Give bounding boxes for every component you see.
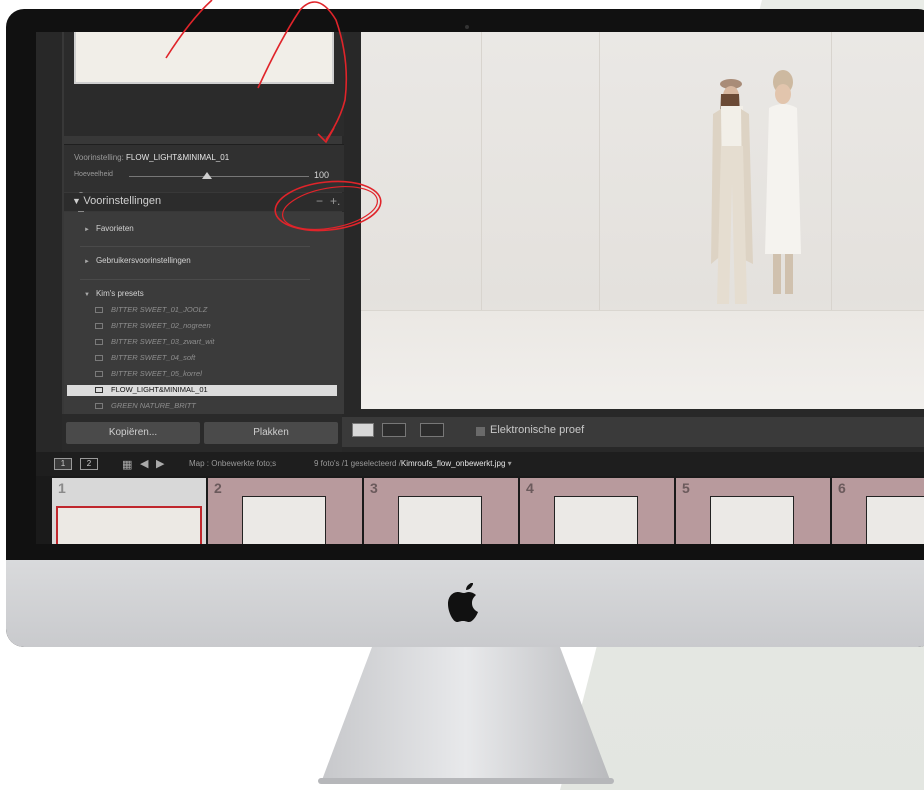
- preset-icon: [95, 371, 103, 378]
- selection-count: 9 foto's /1 geselecteerd /: [314, 459, 401, 468]
- preset-item-label: BITTER SWEET_03_zwart_wit: [111, 337, 215, 346]
- main-toolbar: Elektronische proef: [342, 417, 924, 447]
- thumb-number: 5: [682, 480, 690, 496]
- preset-name: FLOW_LIGHT&MINIMAL_01: [126, 153, 230, 162]
- preset-item[interactable]: BITTER SWEET_03_zwart_wit: [95, 337, 335, 348]
- arrow-right-icon[interactable]: ▶: [156, 457, 164, 470]
- presets-header[interactable]: Voorinstellingen − +.: [64, 193, 344, 211]
- film-thumb-cell[interactable]: 6: [832, 478, 924, 544]
- group-favorites[interactable]: ► Favorieten: [84, 224, 134, 233]
- amount-label: Hoeveelheid: [74, 171, 113, 178]
- before-after-lr-button[interactable]: [382, 423, 406, 437]
- wall-detail: [599, 32, 600, 312]
- divider: [80, 246, 310, 247]
- before-after-tb-button[interactable]: [420, 423, 444, 437]
- amount-value[interactable]: 100: [314, 170, 329, 180]
- preset-icon: [95, 355, 103, 362]
- thumb-number: 2: [214, 480, 222, 496]
- film-thumb-cell[interactable]: 3: [364, 478, 518, 544]
- copy-button[interactable]: Kopiëren...: [66, 422, 200, 444]
- amount-slider-track[interactable]: [129, 176, 309, 177]
- preset-item-label: BITTER SWEET_05_korrel: [111, 369, 202, 378]
- soft-proof-checkbox[interactable]: [476, 427, 485, 436]
- paste-button[interactable]: Plakken: [204, 422, 338, 444]
- loupe-view-button[interactable]: [352, 423, 374, 437]
- monitor-1-button[interactable]: 1: [54, 458, 72, 470]
- thumb-number: 6: [838, 480, 846, 496]
- monitor-2-button[interactable]: 2: [80, 458, 98, 470]
- preset-item[interactable]: BITTER SWEET_05_korrel: [95, 369, 335, 380]
- group-user-presets[interactable]: ► Gebruikersvoorinstellingen: [84, 256, 191, 265]
- filmstrip: 1 2 3 4 5 6: [36, 476, 924, 544]
- preset-item[interactable]: BITTER SWEET_02_nogreen: [95, 321, 335, 332]
- preset-item-selected[interactable]: FLOW_LIGHT&MINIMAL_01: [67, 385, 337, 396]
- current-filename: Kimroufs_flow_onbewerkt.jpg: [400, 459, 506, 468]
- thumb-image: [398, 496, 482, 544]
- preset-item[interactable]: BITTER SWEET_04_soft: [95, 353, 335, 364]
- expand-arrow-icon: ►: [84, 227, 90, 233]
- collapse-arrow-icon: ▼: [84, 292, 90, 298]
- chevron-down-icon: ▾: [507, 459, 512, 468]
- preset-item-label: BITTER SWEET_04_soft: [111, 353, 196, 362]
- thumb-image: [710, 496, 794, 544]
- preset-item-label: GREEN NATURE_BRITT: [111, 401, 196, 410]
- preset-icon: [95, 307, 103, 314]
- film-thumb-cell[interactable]: 2: [208, 478, 362, 544]
- preset-item-label: BITTER SWEET_01_JOOLZ: [111, 305, 208, 314]
- thumb-image: [866, 496, 924, 544]
- preset-item[interactable]: BITTER SWEET_01_JOOLZ: [95, 305, 335, 316]
- thumb-image: [56, 506, 202, 544]
- apple-logo-icon: [448, 583, 478, 622]
- wall-detail: [831, 32, 832, 312]
- preset-icon: [95, 403, 103, 410]
- group-kims-presets[interactable]: ▼ Kim's presets: [84, 289, 144, 298]
- preset-label: Voorinstelling:: [74, 153, 127, 162]
- current-preset-line: Voorinstelling: FLOW_LIGHT&MINIMAL_01: [74, 153, 229, 162]
- group-label: Kim's presets: [95, 289, 144, 298]
- thumb-image: [554, 496, 638, 544]
- main-photo[interactable]: [361, 32, 924, 409]
- grid-view-icon[interactable]: ▦: [122, 458, 132, 471]
- folder-path[interactable]: Map : Onbewerkte foto;s: [189, 459, 276, 468]
- thumb-number: 3: [370, 480, 378, 496]
- film-thumb-cell[interactable]: 5: [676, 478, 830, 544]
- film-thumb-cell-selected[interactable]: 1: [52, 478, 206, 544]
- selection-info[interactable]: 9 foto's /1 geselecteerd /Kimroufs_flow_…: [314, 459, 512, 468]
- thumb-number: 1: [58, 480, 66, 496]
- presets-title: Voorinstellingen: [72, 195, 161, 207]
- preset-icon: [95, 387, 103, 394]
- preset-icon: [95, 323, 103, 330]
- presets-list: ► Favorieten ► Gebruikersvoorinstellingen …: [64, 212, 344, 414]
- copy-paste-bar: Kopiëren... Plakken: [62, 414, 342, 452]
- soft-proof-label: Elektronische proef: [490, 424, 585, 436]
- lightroom-screen: ◀ Voorinstelling: FLOW_LIGHT&MINIMAL_01 …: [36, 32, 924, 544]
- group-label: Favorieten: [95, 224, 134, 233]
- add-preset-button[interactable]: +.: [330, 194, 340, 208]
- preset-item[interactable]: GREEN NATURE_BRITT: [95, 401, 335, 412]
- amount-slider-thumb[interactable]: [202, 172, 212, 179]
- preset-item-label: BITTER SWEET_02_nogreen: [111, 321, 211, 330]
- wall-detail: [481, 32, 482, 312]
- camera-dot: [465, 25, 469, 29]
- preset-icon: [95, 339, 103, 346]
- thumb-number: 4: [526, 480, 534, 496]
- monitor-stand: [318, 647, 614, 784]
- photo-figures: [711, 70, 801, 304]
- photo-floor: [361, 310, 924, 409]
- remove-preset-button[interactable]: −: [316, 194, 323, 208]
- film-thumb-cell[interactable]: 4: [520, 478, 674, 544]
- arrow-left-icon[interactable]: ◀: [140, 457, 148, 470]
- preset-item-label: FLOW_LIGHT&MINIMAL_01: [111, 385, 208, 394]
- navigator-preview[interactable]: [74, 32, 334, 84]
- thumb-image: [242, 496, 326, 544]
- filmstrip-header: 1 2 ▦ ◀ ▶ Map : Onbewerkte foto;s 9 foto…: [36, 452, 924, 476]
- group-label: Gebruikersvoorinstellingen: [95, 256, 191, 265]
- divider: [80, 279, 310, 280]
- preset-amount-panel: Voorinstelling: FLOW_LIGHT&MINIMAL_01 Ho…: [64, 144, 344, 192]
- expand-arrow-icon: ►: [84, 259, 90, 265]
